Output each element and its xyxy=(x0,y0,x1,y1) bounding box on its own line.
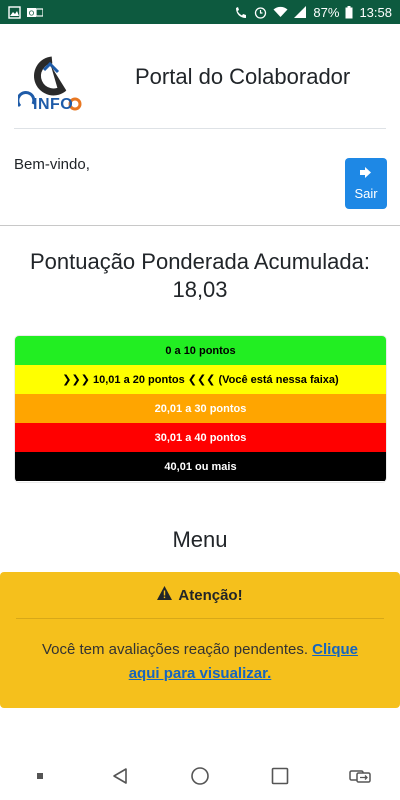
alert-message: Você tem avaliações reação pendentes. xyxy=(41,641,313,658)
pending-alert: Atenção! Você tem avaliações reação pend… xyxy=(0,572,400,708)
switch-icon[interactable] xyxy=(338,756,382,796)
signal-icon xyxy=(294,6,307,18)
band-label: ❯❯❯ 10,01 a 20 pontos ❮❮❮ (Você está nes… xyxy=(62,374,339,386)
band-40-plus: 40,01 ou mais xyxy=(15,452,386,481)
welcome-text: Bem-vindo, xyxy=(14,156,90,173)
band-10-20-current: ❯❯❯ 10,01 a 20 pontos ❮❮❮ (Você está nes… xyxy=(15,365,386,394)
logo-text: INFO xyxy=(33,96,74,113)
image-icon xyxy=(8,5,21,19)
status-bar-right: 87% 13:58 xyxy=(234,5,392,20)
band-0-10: 0 a 10 pontos xyxy=(15,336,386,365)
recent-dot-icon[interactable] xyxy=(18,756,62,796)
score-heading: Pontuação Ponderada Acumulada: xyxy=(29,249,371,274)
battery-percent: 87% xyxy=(313,4,340,20)
outlook-icon: O xyxy=(27,6,43,19)
section-divider xyxy=(0,225,400,226)
alert-body: Você tem avaliações reação pendentes. Cl… xyxy=(26,638,374,686)
overview-icon[interactable] xyxy=(258,756,302,796)
battery-icon xyxy=(345,5,353,19)
band-label: 0 a 10 pontos xyxy=(165,344,236,357)
band-label: 30,01 a 40 pontos xyxy=(154,431,247,444)
svg-text:O: O xyxy=(29,9,35,17)
score-bands: 0 a 10 pontos ❯❯❯ 10,01 a 20 pontos ❮❮❮ … xyxy=(15,336,386,482)
sign-out-icon xyxy=(360,166,372,181)
wifi-icon xyxy=(273,6,288,18)
status-bar-left: O xyxy=(8,5,43,19)
logout-button[interactable]: Sair xyxy=(345,158,387,209)
app-header: INFO Portal do Colaborador xyxy=(0,24,400,128)
band-label: 20,01 a 30 pontos xyxy=(154,402,247,415)
band-label: 40,01 ou mais xyxy=(164,460,237,473)
status-bar: O 87% 13:58 xyxy=(0,0,400,24)
clock: 13:58 xyxy=(359,4,392,20)
warning-icon xyxy=(157,586,173,604)
wifi-call-icon xyxy=(234,6,248,19)
score-value: 18,03 xyxy=(172,277,228,302)
alert-title: Atenção! xyxy=(178,586,243,604)
logout-label: Sair xyxy=(354,186,378,201)
score-section: Pontuação Ponderada Acumulada: 18,03 xyxy=(0,248,400,304)
menu-title: Menu xyxy=(172,527,228,552)
band-20-30: 20,01 a 30 pontos xyxy=(15,394,386,423)
header-divider xyxy=(14,128,386,129)
back-icon[interactable] xyxy=(98,756,142,796)
page-title: Portal do Colaborador xyxy=(135,64,351,89)
band-30-40: 30,01 a 40 pontos xyxy=(15,423,386,452)
android-nav-bar xyxy=(0,752,400,800)
alarm-icon xyxy=(254,6,267,19)
home-icon[interactable] xyxy=(178,756,222,796)
alert-header: Atenção! xyxy=(16,572,384,619)
